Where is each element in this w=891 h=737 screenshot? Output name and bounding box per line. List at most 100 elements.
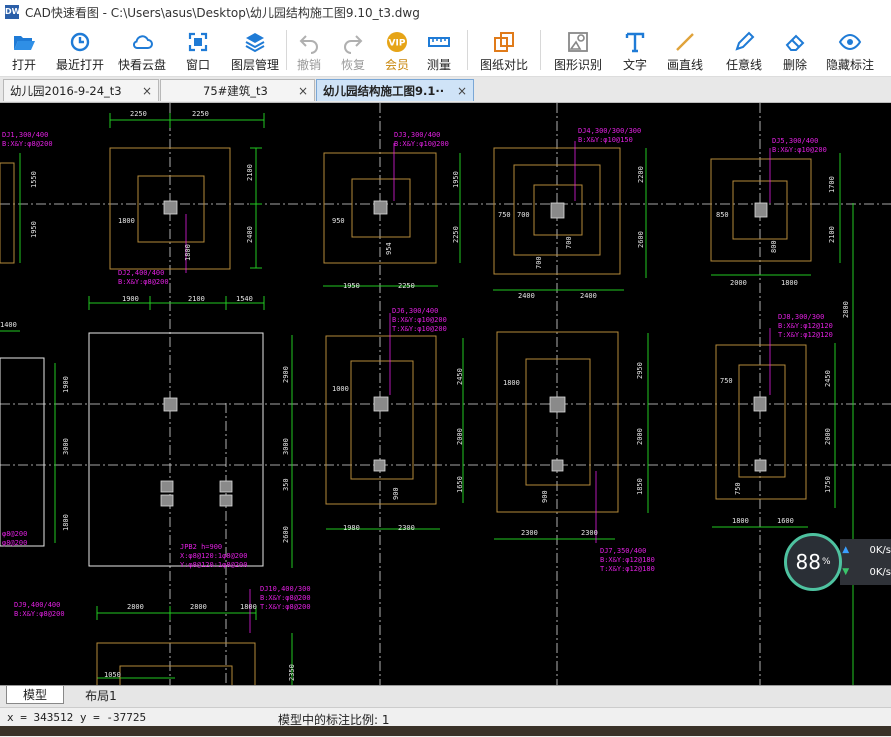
desktop-strip xyxy=(0,726,891,736)
dim-text: 2250 xyxy=(130,110,147,118)
dim-text: 2800 xyxy=(842,301,850,318)
recent-clock-icon xyxy=(68,30,92,54)
redo-button[interactable]: 恢复 xyxy=(331,24,375,76)
shape-recognize-icon xyxy=(566,30,590,54)
text-button[interactable]: 文字 xyxy=(615,24,655,76)
network-speed-widget[interactable]: ▲0K/s ▼0K/s 88% xyxy=(784,533,891,595)
draw-line-button[interactable]: 画直线 xyxy=(655,24,715,76)
footing-outlines xyxy=(0,148,811,685)
dim-text: 1800 xyxy=(118,217,135,225)
dim-text: 900 xyxy=(392,487,400,500)
measure-button[interactable]: 测量 xyxy=(419,24,459,76)
annotation-dj6: DJ6,300/400 xyxy=(392,307,438,315)
shape-recognize-button[interactable]: 图形识别 xyxy=(541,24,615,76)
compare-button[interactable]: 图纸对比 xyxy=(468,24,540,76)
measure-label: 测量 xyxy=(427,56,451,73)
recent-open-button[interactable]: 最近打开 xyxy=(48,24,112,76)
annotation-dj1b: B:X&Y:φ8@200 xyxy=(2,140,53,148)
annotation-dj1: DJ1,300/400 xyxy=(2,131,48,139)
pen-icon xyxy=(732,30,756,54)
dim-text: 2000 xyxy=(636,428,644,445)
annotation-dj8t: T:X&Y:φ12@120 xyxy=(778,331,833,339)
annotation-dj9: DJ9,400/400 xyxy=(14,601,60,609)
line-icon xyxy=(673,30,697,54)
annotation-dj2: DJ2,400/400 xyxy=(118,269,164,277)
layers-icon xyxy=(243,30,267,54)
tab-document-3[interactable]: 幼儿园结构施工图9.1·· × xyxy=(316,79,474,101)
annotation-jpb: JPB2 h=900 xyxy=(180,543,222,551)
dim-text: 1800 xyxy=(184,244,192,261)
vip-button[interactable]: VIP 会员 xyxy=(375,24,419,76)
dim-text: 3000 xyxy=(62,438,70,455)
network-speed-panel: ▲0K/s ▼0K/s xyxy=(840,539,891,585)
dim-text: 1600 xyxy=(777,517,794,525)
redo-label: 恢复 xyxy=(341,56,365,73)
dim-text: 1540 xyxy=(236,295,253,303)
dim-text: 2100 xyxy=(828,226,836,243)
annotation-dj8: DJ8,300/300 xyxy=(778,313,824,321)
open-label: 打开 xyxy=(12,56,36,73)
dim-text: 1650 xyxy=(456,476,464,493)
eraser-icon xyxy=(783,30,807,54)
download-speed: 0K/s xyxy=(870,567,891,578)
dim-text: 2250 xyxy=(452,226,460,243)
cloud-disk-button[interactable]: 快看云盘 xyxy=(112,24,172,76)
close-icon[interactable]: × xyxy=(455,84,469,98)
dim-text: 2450 xyxy=(824,370,832,387)
ruler-icon xyxy=(427,30,451,54)
window-fit-icon xyxy=(186,30,210,54)
dim-text: 2400 xyxy=(246,226,254,243)
annotation-dj6b: B:X&Y:φ10@200 xyxy=(392,316,447,324)
recent-open-label: 最近打开 xyxy=(56,56,104,73)
dim-text: 2900 xyxy=(282,366,290,383)
annotation-dj9b: B:X&Y:φ8@200 xyxy=(14,610,65,618)
tab-label: 75#建筑_t3 xyxy=(167,83,296,99)
hide-annotation-label: 隐藏标注 xyxy=(826,56,874,73)
annotation-dj10: DJ10,400/300 xyxy=(260,585,311,593)
dim-text: 2450 xyxy=(456,368,464,385)
delete-button[interactable]: 删除 xyxy=(773,24,817,76)
close-icon[interactable]: × xyxy=(296,84,310,98)
tab-model[interactable]: 模型 xyxy=(6,686,64,704)
open-button[interactable]: 打开 xyxy=(0,24,48,76)
dim-text: 1800 xyxy=(732,517,749,525)
dim-text: 1800 xyxy=(240,603,257,611)
dim-text: 2300 xyxy=(521,529,538,537)
freehand-line-button[interactable]: 任意线 xyxy=(715,24,773,76)
dim-text: 1550 xyxy=(30,171,38,188)
dim-text: 1750 xyxy=(824,476,832,493)
dim-text: 1800 xyxy=(503,379,520,387)
tab-document-2[interactable]: 75#建筑_t3 × xyxy=(160,79,315,101)
dim-text: 750 xyxy=(734,482,742,495)
dim-text: 700 xyxy=(517,211,530,219)
layer-manage-button[interactable]: 图层管理 xyxy=(224,24,286,76)
dim-text: 1000 xyxy=(332,385,349,393)
undo-label: 撤销 xyxy=(297,56,321,73)
shape-recognize-label: 图形识别 xyxy=(554,56,602,73)
window-label: 窗口 xyxy=(186,56,210,73)
tab-document-1[interactable]: 幼儿园2016-9-24_t3 × xyxy=(3,79,159,101)
dim-text: 2800 xyxy=(190,603,207,611)
dim-text: 350 xyxy=(282,478,290,491)
vip-icon: VIP xyxy=(385,30,409,54)
text-icon xyxy=(623,30,647,54)
dim-text: 750 xyxy=(498,211,511,219)
window-button[interactable]: 窗口 xyxy=(172,24,224,76)
annotation-dj4b: B:X&Y:φ10@150 xyxy=(578,136,633,144)
main-toolbar: 打开 最近打开 快看云盘 窗口 图层管理 撤销 恢复 VIP 会员 测量 图纸对… xyxy=(0,24,891,77)
drawing-canvas[interactable]: DJ1,300/400 B:X&Y:φ8@200 DJ2,400/400 B:X… xyxy=(0,103,891,685)
tab-label: 幼儿园2016-9-24_t3 xyxy=(10,83,140,99)
dim-text: 800 xyxy=(770,240,778,253)
tab-model-label: 模型 xyxy=(23,686,47,703)
undo-button[interactable]: 撤销 xyxy=(287,24,331,76)
close-icon[interactable]: × xyxy=(140,84,154,98)
undo-icon xyxy=(297,30,321,54)
annotation-dj6t: T:X&Y:φ10@200 xyxy=(392,325,447,333)
hide-annotation-button[interactable]: 隐藏标注 xyxy=(817,24,883,76)
dim-text: 2100 xyxy=(246,164,254,181)
dim-text: 1950 xyxy=(30,221,38,238)
annotation-dj4: DJ4,300/300/300 xyxy=(578,127,641,135)
annotation-dj7b: B:X&Y:φ12@180 xyxy=(600,556,655,564)
delete-label: 删除 xyxy=(783,56,807,73)
tab-layout1[interactable]: 布局1 xyxy=(72,686,130,704)
